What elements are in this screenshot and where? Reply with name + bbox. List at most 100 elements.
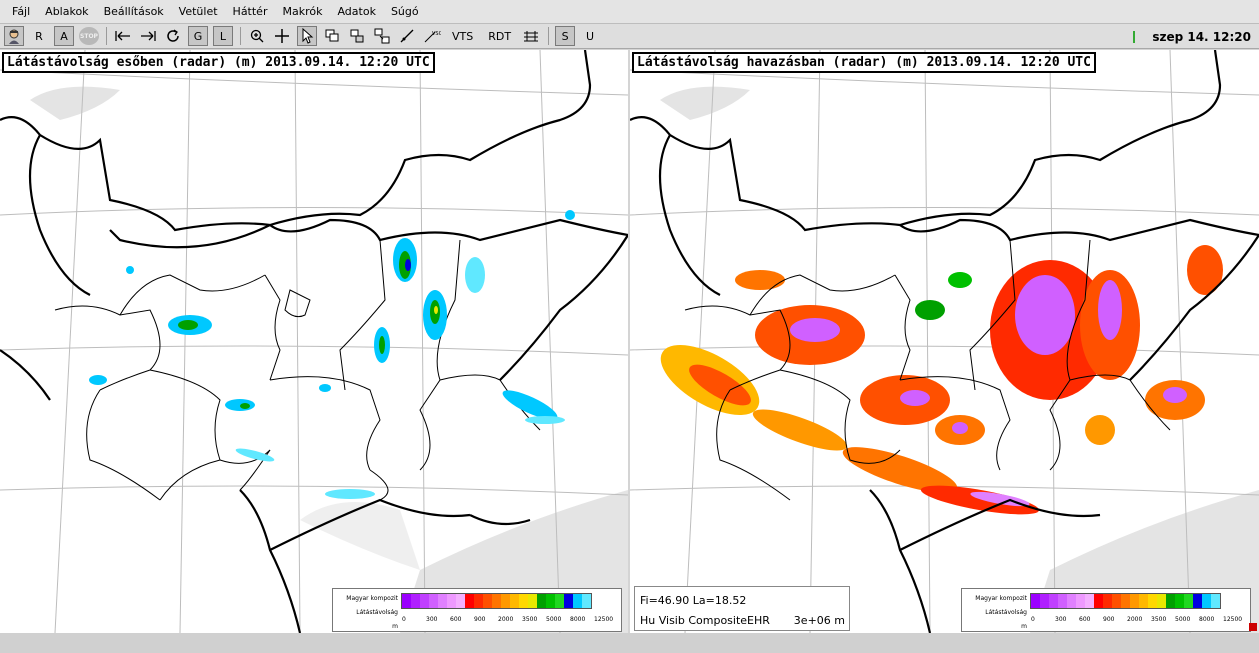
user-avatar-icon[interactable] — [4, 26, 24, 46]
menubar: Fájl Ablakok Beállítások Vetület Háttér Makró… — [0, 0, 1259, 24]
menu-item[interactable]: Ablakok — [39, 5, 94, 18]
legend-color-swatch — [1094, 594, 1103, 608]
rain-visibility-map — [0, 50, 628, 633]
clock-text: szep 14. 12:20 — [1152, 29, 1251, 44]
loop-icon[interactable] — [163, 26, 183, 46]
pointer-icon[interactable] — [297, 26, 317, 46]
pan-icon[interactable] — [272, 26, 292, 46]
legend-color-swatch — [528, 594, 537, 608]
legend-label-quantity: Látástávolság — [985, 609, 1027, 616]
legend-color-swatch — [1139, 594, 1148, 608]
map-panel-rain[interactable]: Látástávolság esőben (radar) (m) 2013.09… — [0, 50, 628, 633]
toolbar-separator — [106, 27, 107, 45]
legend-color-bar — [1030, 593, 1221, 609]
legend-color-swatch — [1085, 594, 1094, 608]
toolbar-separator — [240, 27, 241, 45]
legend-tick-label: 900 — [1103, 616, 1115, 623]
legend-tick-label: 3500 — [1151, 616, 1167, 623]
legend-color-swatch — [1112, 594, 1121, 608]
legend-color-swatch — [1211, 594, 1220, 608]
window-copy-icon[interactable] — [322, 26, 342, 46]
legend-tick-label: 12500 — [594, 616, 614, 623]
product-name: Hu Visib CompositeEHR — [640, 614, 770, 627]
g-button[interactable]: G — [188, 26, 208, 46]
skip-back-icon[interactable] — [113, 26, 133, 46]
legend-color-swatch — [483, 594, 492, 608]
legend-color-swatch — [1193, 594, 1202, 608]
legend-color-swatch — [519, 594, 528, 608]
scale-measure-icon[interactable]: VSC — [422, 26, 442, 46]
legend-color-swatch — [438, 594, 447, 608]
legend-color-swatch — [1076, 594, 1085, 608]
legend-color-swatch — [1130, 594, 1139, 608]
legend: Magyar kompozit Látástávolság m 0 300 600 9… — [332, 588, 622, 632]
legend-color-swatch — [1121, 594, 1130, 608]
s-button[interactable]: S — [555, 26, 576, 46]
window-arrange-icon[interactable] — [372, 26, 392, 46]
u-button[interactable]: U — [580, 26, 600, 46]
legend-tick-label: 600 — [450, 616, 462, 623]
legend-color-swatch — [510, 594, 519, 608]
legend-color-swatch — [420, 594, 429, 608]
stop-icon[interactable]: STOP — [79, 27, 99, 45]
legend-tick-label: 8000 — [1199, 616, 1215, 623]
map-panel-snow[interactable]: Látástávolság havazásban (radar) (m) 201… — [630, 50, 1259, 633]
legend-label-source: Magyar kompozit — [346, 595, 398, 602]
legend-color-swatch — [501, 594, 510, 608]
table-icon[interactable] — [521, 26, 541, 46]
legend-color-swatch — [564, 594, 573, 608]
menu-item[interactable]: Fájl — [6, 5, 36, 18]
menu-item[interactable]: Súgó — [385, 5, 425, 18]
skip-forward-icon[interactable] — [138, 26, 158, 46]
clock: szep 14. 12:20 — [1133, 24, 1251, 49]
draw-line-icon[interactable] — [397, 26, 417, 46]
r-button[interactable]: R — [29, 26, 49, 46]
rdt-button[interactable]: RDT — [483, 26, 516, 46]
legend-label-quantity: Látástávolság — [356, 609, 398, 616]
legend-tick-label: 5000 — [1175, 616, 1191, 623]
menu-item[interactable]: Beállítások — [98, 5, 170, 18]
cursor-coordinates: Fi=46.90 La=18.52 — [640, 594, 747, 607]
statusbar — [0, 633, 1259, 653]
vts-button[interactable]: VTS — [447, 26, 478, 46]
menu-item[interactable]: Makrók — [276, 5, 328, 18]
svg-text:VSC: VSC — [432, 31, 441, 37]
legend-tick-label: 8000 — [570, 616, 586, 623]
legend-tick-label: 5000 — [546, 616, 562, 623]
signal-icon — [1133, 30, 1138, 43]
legend-tick-label: 300 — [426, 616, 438, 623]
legend-tick-label: 0 — [1031, 616, 1035, 623]
legend-color-swatch — [1148, 594, 1157, 608]
a-button[interactable]: A — [54, 26, 74, 46]
legend-color-swatch — [492, 594, 501, 608]
legend-color-swatch — [1040, 594, 1049, 608]
legend-color-swatch — [1184, 594, 1193, 608]
legend-color-swatch — [1157, 594, 1166, 608]
toolbar: R A STOP G L VSC VTS RDT S U — [0, 24, 1259, 49]
cursor-info-box: Fi=46.90 La=18.52 Hu Visib CompositeEHR … — [634, 586, 850, 631]
legend-tick-label: 0 — [402, 616, 406, 623]
l-button[interactable]: L — [213, 26, 233, 46]
legend-color-swatch — [555, 594, 564, 608]
menu-item[interactable]: Vetület — [173, 5, 224, 18]
legend-tick-label: 300 — [1055, 616, 1067, 623]
legend-color-swatch — [1175, 594, 1184, 608]
zoom-icon[interactable] — [247, 26, 267, 46]
map-title: Látástávolság esőben (radar) (m) 2013.09… — [2, 52, 435, 73]
legend-color-swatch — [456, 594, 465, 608]
legend-color-swatch — [1103, 594, 1112, 608]
legend-color-swatch — [1166, 594, 1175, 608]
legend-color-bar — [401, 593, 592, 609]
legend-color-swatch — [1031, 594, 1040, 608]
legend-color-swatch — [546, 594, 555, 608]
window-move-icon[interactable] — [347, 26, 367, 46]
resize-grip[interactable] — [1249, 623, 1257, 631]
map-scale: 3e+06 m — [793, 614, 845, 627]
menu-item[interactable]: Adatok — [331, 5, 381, 18]
legend-tick-label: 600 — [1079, 616, 1091, 623]
menu-item[interactable]: Háttér — [227, 5, 274, 18]
legend-color-swatch — [1049, 594, 1058, 608]
legend: Magyar kompozit Látástávolság m 0 300 600 9… — [961, 588, 1251, 632]
legend-color-swatch — [573, 594, 582, 608]
legend-color-swatch — [465, 594, 474, 608]
